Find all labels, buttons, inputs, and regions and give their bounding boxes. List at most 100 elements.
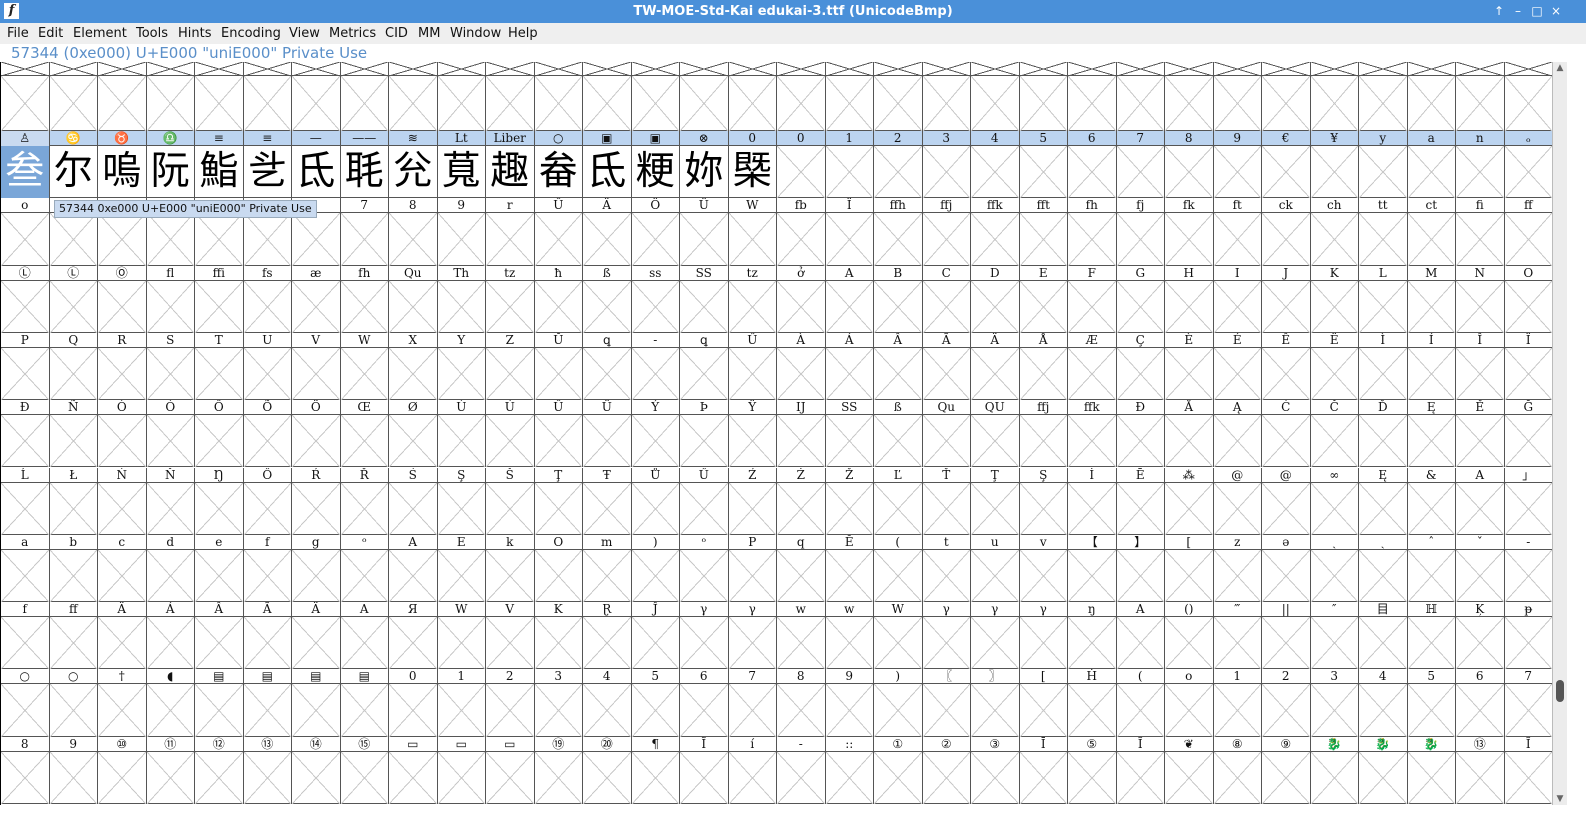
glyph-label[interactable]: ( bbox=[874, 534, 923, 550]
empty-glyph-slot[interactable] bbox=[922, 684, 971, 737]
glyph-label[interactable]: ⑬ bbox=[244, 736, 292, 752]
empty-glyph-slot[interactable] bbox=[49, 347, 98, 401]
empty-glyph-slot[interactable] bbox=[1, 751, 50, 804]
empty-glyph-slot[interactable] bbox=[1116, 76, 1165, 131]
glyph-label[interactable]: 7 bbox=[1117, 131, 1165, 146]
empty-glyph-slot[interactable] bbox=[1165, 146, 1214, 199]
glyph-label[interactable]: Ę bbox=[1359, 467, 1408, 483]
glyph-label[interactable]: Â bbox=[195, 602, 244, 618]
glyph-label[interactable]: fh bbox=[341, 265, 389, 281]
glyph-cell-partial[interactable] bbox=[728, 62, 777, 76]
glyph-label[interactable]: X bbox=[389, 332, 438, 348]
empty-glyph-slot[interactable] bbox=[146, 415, 195, 468]
glyph-label[interactable]: ) bbox=[874, 669, 923, 685]
glyph-label[interactable]: f bbox=[244, 534, 292, 550]
empty-glyph-slot[interactable] bbox=[922, 280, 971, 333]
menu-tools[interactable]: Tools bbox=[136, 23, 168, 44]
empty-glyph-slot[interactable] bbox=[49, 684, 98, 737]
glyph-label[interactable]: SS bbox=[680, 265, 729, 281]
glyph-cell[interactable]: 畚 bbox=[535, 146, 583, 199]
glyph-label[interactable]: 7 bbox=[729, 669, 777, 685]
glyph-label[interactable]: ꝗ bbox=[680, 332, 729, 348]
empty-glyph-slot[interactable] bbox=[1407, 684, 1456, 737]
empty-glyph-slot[interactable] bbox=[777, 347, 826, 401]
empty-glyph-slot[interactable] bbox=[922, 751, 971, 804]
glyph-label[interactable]: ff bbox=[1505, 198, 1553, 214]
glyph-label[interactable]: A bbox=[1117, 602, 1165, 618]
scroll-down-arrow-icon[interactable]: ▼ bbox=[1553, 793, 1567, 805]
glyph-label[interactable]: @ bbox=[1214, 467, 1262, 483]
glyph-label[interactable]: o bbox=[1165, 669, 1214, 685]
menu-window[interactable]: Window bbox=[450, 23, 501, 44]
glyph-label[interactable]: G bbox=[1117, 265, 1165, 281]
glyph-label[interactable]: ▤ bbox=[244, 669, 292, 685]
glyph-label[interactable]: Ĵ bbox=[632, 602, 680, 618]
empty-glyph-slot[interactable] bbox=[583, 617, 632, 670]
empty-glyph-slot[interactable] bbox=[389, 482, 438, 535]
empty-glyph-slot[interactable] bbox=[1262, 751, 1311, 804]
glyph-cell-partial[interactable] bbox=[777, 62, 826, 76]
glyph-label[interactable]: IJ bbox=[777, 400, 826, 416]
empty-glyph-slot[interactable] bbox=[680, 617, 729, 670]
glyph-label[interactable]: H bbox=[1165, 265, 1214, 281]
glyph-label[interactable]: ≡ bbox=[195, 131, 244, 146]
empty-glyph-slot[interactable] bbox=[389, 347, 438, 401]
empty-glyph-slot[interactable] bbox=[437, 76, 486, 131]
glyph-label[interactable]: A bbox=[1456, 467, 1505, 483]
glyph-cell[interactable]: 尔 bbox=[50, 146, 98, 199]
empty-glyph-slot[interactable] bbox=[971, 751, 1020, 804]
glyph-label[interactable]: Û bbox=[535, 400, 583, 416]
empty-glyph-slot[interactable] bbox=[243, 751, 292, 804]
empty-glyph-slot[interactable] bbox=[1504, 76, 1553, 131]
glyph-label[interactable]: E bbox=[438, 534, 486, 550]
empty-glyph-slot[interactable] bbox=[1407, 415, 1456, 468]
glyph-label[interactable]: Ĕ bbox=[826, 534, 874, 550]
empty-glyph-slot[interactable] bbox=[874, 684, 923, 737]
empty-glyph-slot[interactable] bbox=[825, 76, 874, 131]
glyph-label[interactable]: M bbox=[1408, 265, 1456, 281]
empty-glyph-slot[interactable] bbox=[98, 213, 147, 266]
empty-glyph-slot[interactable] bbox=[1068, 415, 1117, 468]
empty-glyph-slot[interactable] bbox=[49, 482, 98, 535]
empty-glyph-slot[interactable] bbox=[1504, 549, 1553, 603]
vertical-scrollbar[interactable]: ▲ ▼ bbox=[1552, 62, 1567, 805]
glyph-label[interactable]: Ŧ bbox=[583, 467, 632, 483]
empty-glyph-slot[interactable] bbox=[340, 280, 389, 333]
empty-glyph-slot[interactable] bbox=[1456, 751, 1505, 804]
empty-glyph-slot[interactable] bbox=[825, 482, 874, 535]
glyph-label[interactable]: Ĩ bbox=[1117, 736, 1165, 752]
empty-glyph-slot[interactable] bbox=[1213, 76, 1262, 131]
empty-glyph-slot[interactable] bbox=[1407, 213, 1456, 266]
empty-glyph-slot[interactable] bbox=[971, 617, 1020, 670]
glyph-label[interactable]: Ḣ bbox=[1068, 669, 1117, 685]
glyph-cell-partial[interactable] bbox=[1165, 62, 1214, 76]
empty-glyph-slot[interactable] bbox=[1213, 213, 1262, 266]
glyph-label[interactable]: fk bbox=[1165, 198, 1214, 214]
glyph-cell-partial[interactable] bbox=[146, 62, 195, 76]
empty-glyph-slot[interactable] bbox=[1165, 76, 1214, 131]
empty-glyph-slot[interactable] bbox=[680, 347, 729, 401]
menu-metrics[interactable]: Metrics bbox=[329, 23, 376, 44]
empty-glyph-slot[interactable] bbox=[243, 617, 292, 670]
glyph-label[interactable]: ▭ bbox=[438, 736, 486, 752]
glyph-label[interactable]: ▤ bbox=[341, 669, 389, 685]
empty-glyph-slot[interactable] bbox=[243, 684, 292, 737]
empty-glyph-slot[interactable] bbox=[534, 415, 583, 468]
empty-glyph-slot[interactable] bbox=[1262, 347, 1311, 401]
empty-glyph-slot[interactable] bbox=[1359, 751, 1408, 804]
glyph-label[interactable]: Č bbox=[1311, 400, 1359, 416]
glyph-label[interactable]: ở bbox=[777, 265, 826, 281]
glyph-label[interactable]: 4 bbox=[971, 131, 1020, 146]
glyph-cell-partial[interactable] bbox=[1359, 62, 1408, 76]
empty-glyph-slot[interactable] bbox=[1, 280, 50, 333]
glyph-label[interactable]: I bbox=[1214, 265, 1262, 281]
empty-glyph-slot[interactable] bbox=[146, 617, 195, 670]
empty-glyph-slot[interactable] bbox=[583, 482, 632, 535]
glyph-label[interactable]: fj bbox=[1117, 198, 1165, 214]
glyph-label[interactable]: ♎ bbox=[147, 131, 195, 146]
glyph-label[interactable]: 🐉 bbox=[1311, 736, 1359, 752]
empty-glyph-slot[interactable] bbox=[437, 684, 486, 737]
glyph-label[interactable]: Ɽ bbox=[583, 602, 632, 618]
glyph-label[interactable]: É bbox=[1214, 332, 1262, 348]
empty-glyph-slot[interactable] bbox=[1359, 549, 1408, 603]
